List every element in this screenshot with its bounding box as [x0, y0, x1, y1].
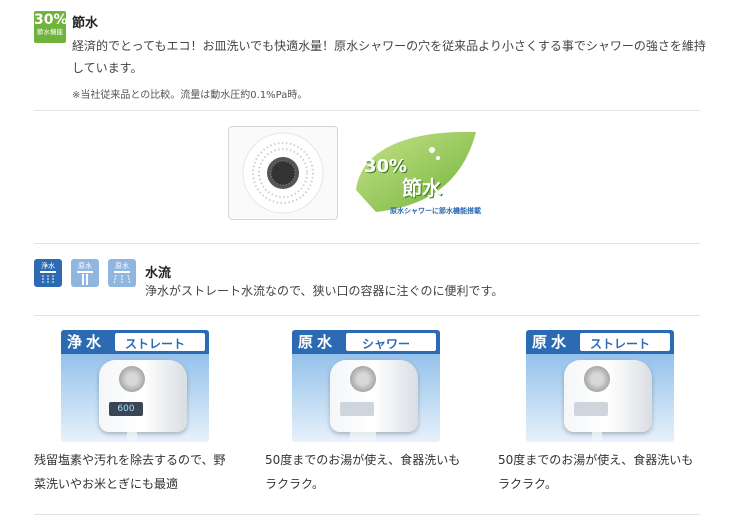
mode-card-raw-shower: 原水 シャワー — [292, 330, 440, 442]
mode-icon-filtered: 浄水 — [34, 259, 62, 287]
straight-icon — [77, 271, 93, 285]
faucet-display — [574, 402, 608, 416]
water-saving-note: ※当社従来品との比較。流量は動水圧約0.1%Pa時。 — [72, 90, 308, 101]
divider — [34, 315, 700, 316]
water-saving-badge: 30% 節水機能 — [34, 11, 68, 43]
mode-icon-label: 原水 — [78, 262, 92, 270]
water-saving-logo: 30% 節水 原水シャワーに節水機能搭載 — [346, 120, 496, 220]
card-type-label: ストレート — [590, 337, 651, 351]
section-title-water-saving: 節水 — [72, 16, 99, 31]
divider — [34, 514, 700, 515]
card-type-label: ストレート — [125, 337, 186, 351]
faucet-nozzle — [119, 366, 145, 392]
badge-label: 節水機能 — [37, 28, 63, 36]
shower-icon — [114, 271, 130, 285]
faucet-image — [564, 360, 652, 432]
water-saving-description: 経済的でとってもエコ！お皿洗いでも快適水量！原水シャワーの穴を従来品より小さくす… — [72, 39, 706, 75]
faucet-nozzle — [584, 366, 610, 392]
faucet-display — [340, 402, 374, 416]
logo-percent: 30% — [364, 156, 408, 177]
mode-icon-label: 浄水 — [41, 262, 55, 270]
shower-icon — [40, 271, 56, 284]
water-stream — [127, 432, 137, 442]
card-mode-label: 原水 — [298, 333, 337, 351]
card-mode-label: 浄水 — [67, 333, 106, 351]
mode-icon-raw-straight: 原水 — [71, 259, 99, 287]
mode-icon-raw-shower: 原水 — [108, 259, 136, 287]
mode-card-filtered-straight: 浄水 ストレート 600 — [61, 330, 209, 442]
card-caption: 残留塩素や汚れを除去するので、野菜洗いやお米とぎにも最適 — [34, 453, 226, 491]
card-caption: 50度までのお湯が使え、食器洗いもラクラク。 — [265, 453, 461, 491]
shower-head-image — [228, 126, 338, 220]
water-flow-description: 浄水がストレート水流なので、狭い口の容器に注ぐのに便利です。 — [145, 284, 504, 298]
card-caption: 50度までのお湯が使え、食器洗いもラクラク。 — [498, 453, 694, 491]
water-stream — [350, 432, 376, 442]
card-mode-label: 原水 — [532, 333, 571, 351]
divider — [34, 243, 700, 244]
faucet-image — [330, 360, 418, 432]
water-stream — [592, 432, 602, 442]
faucet-display: 600 — [109, 402, 143, 416]
divider — [34, 110, 700, 111]
shower-head-graphic — [242, 132, 324, 214]
section-title-water-flow: 水流 — [145, 266, 172, 281]
faucet-nozzle — [350, 366, 376, 392]
logo-word: 節水 — [402, 176, 442, 200]
faucet-image — [99, 360, 187, 432]
mode-card-raw-straight: 原水 ストレート — [526, 330, 674, 442]
logo-caption: 原水シャワーに節水機能搭載 — [390, 207, 481, 215]
card-type-label: シャワー — [362, 337, 411, 351]
mode-icon-label: 原水 — [115, 262, 129, 270]
badge-percent: 30% — [34, 12, 68, 28]
